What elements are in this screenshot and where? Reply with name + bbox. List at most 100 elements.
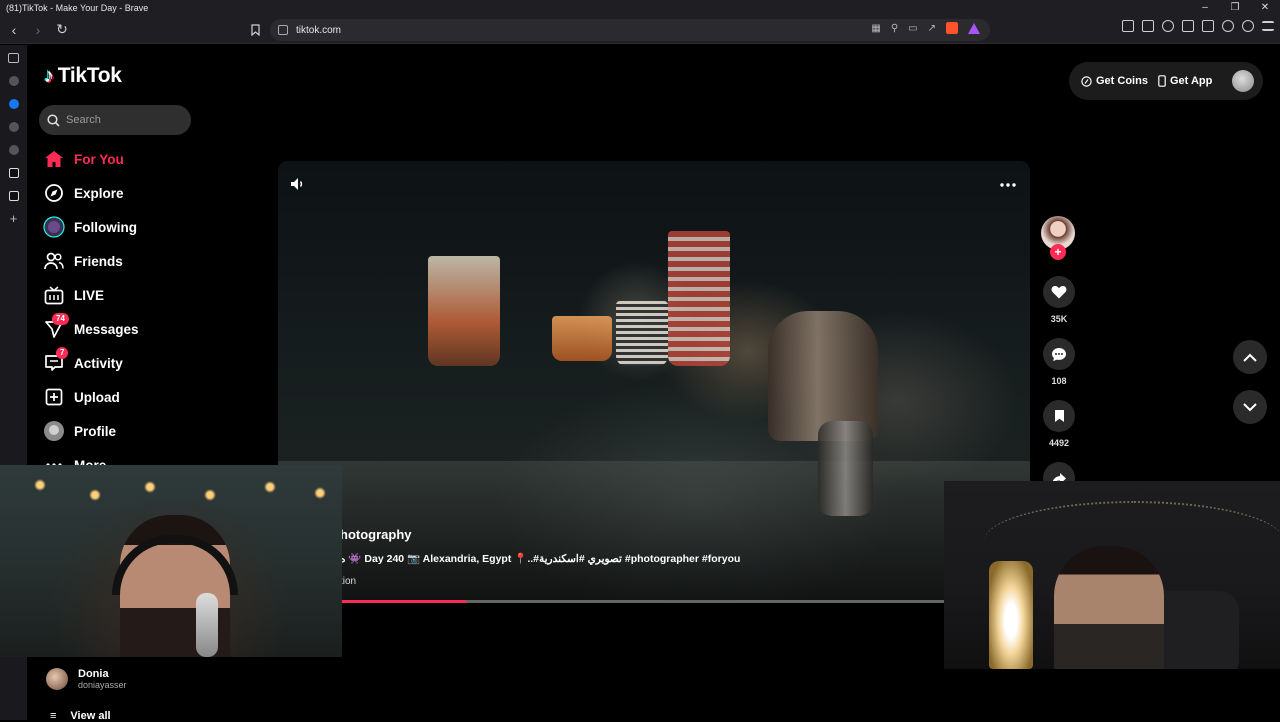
get-coins-label: Get Coins — [1096, 75, 1148, 87]
nav-item-profile[interactable]: Profile — [42, 414, 272, 448]
account-name: Donia — [78, 668, 109, 680]
muted-tab-icon[interactable] — [8, 76, 19, 86]
extensions-icon[interactable] — [1122, 20, 1134, 32]
get-app-label: Get App — [1169, 75, 1213, 87]
reader-mode-icon[interactable]: ▦ — [871, 23, 880, 34]
tiktok-tab-icon[interactable] — [8, 168, 19, 178]
nav-label: Explore — [74, 185, 124, 201]
video-scene-cups — [428, 256, 500, 366]
video-author-title[interactable]: hotography — [340, 527, 940, 542]
nav-item-explore[interactable]: Explore — [42, 176, 272, 210]
video-description: ه 👾 Day 240 📷 Alexandria, Egypt 📍..#تصوي… — [340, 553, 741, 565]
wallet-icon[interactable] — [1202, 20, 1214, 32]
tiktok-tab-icon-2[interactable] — [8, 191, 19, 201]
nav-item-following[interactable]: Following — [42, 210, 272, 244]
save-button[interactable] — [1043, 400, 1075, 432]
nav-item-for-you[interactable]: For You — [42, 142, 272, 176]
sidebar-panel-icon[interactable] — [8, 53, 19, 63]
coin-icon — [1081, 75, 1092, 87]
microphone-shape — [196, 593, 218, 657]
share-icon[interactable]: ↗ — [928, 23, 936, 34]
avatar — [46, 668, 68, 690]
top-right-actions: Get Coins Get App — [1069, 62, 1263, 100]
friends-icon — [42, 249, 66, 273]
video-scene-cups — [668, 231, 730, 366]
sidebar-nav: For You Explore Following Friends LIVE 7… — [42, 142, 272, 482]
add-tab-icon[interactable]: + — [9, 212, 19, 225]
nav-item-activity[interactable]: 7 Activity — [42, 346, 272, 380]
globe-icon-2[interactable] — [8, 145, 19, 155]
next-video-button[interactable] — [1233, 390, 1267, 424]
nav-item-live[interactable]: LIVE — [42, 278, 272, 312]
menu-icon[interactable] — [1262, 21, 1274, 31]
following-account[interactable]: Donia doniayasser — [46, 668, 127, 690]
search-input[interactable] — [66, 114, 186, 126]
toolbar-extensions — [1122, 20, 1274, 32]
nav-item-upload[interactable]: Upload — [42, 380, 272, 414]
view-all-button[interactable]: ≡ View all — [50, 710, 111, 722]
globe-icon[interactable] — [8, 122, 19, 132]
nav-label: Following — [74, 219, 137, 235]
nav-item-friends[interactable]: Friends — [42, 244, 272, 278]
save-count: 4492 — [1048, 438, 1070, 448]
reload-button[interactable]: ↻ — [52, 20, 72, 40]
downloads-icon[interactable] — [1142, 20, 1154, 32]
like-count: 35K — [1050, 314, 1068, 324]
tiktok-note-icon: ♪ — [44, 64, 54, 87]
chevron-down-icon — [1243, 402, 1257, 411]
facebook-icon[interactable] — [8, 99, 19, 109]
video-player[interactable]: hotography ه 👾 Day 240 📷 Alexandria, Egy… — [278, 161, 1030, 603]
heart-icon — [1051, 286, 1067, 299]
minimize-button[interactable]: – — [1190, 0, 1220, 16]
restore-button[interactable]: ❐ — [1220, 0, 1250, 16]
cast-icon[interactable]: ▭ — [908, 23, 917, 34]
sidebar-toggle-icon[interactable] — [1182, 20, 1194, 32]
get-app-button[interactable]: Get App — [1158, 75, 1212, 87]
zoom-icon[interactable]: ⚲ — [891, 23, 898, 34]
window-controls: – ❐ ✕ — [1190, 0, 1280, 16]
comment-button[interactable] — [1043, 338, 1075, 370]
leo-ai-icon[interactable] — [1222, 20, 1234, 32]
address-bar[interactable]: tiktok.com ▦ ⚲ ▭ ↗ — [270, 19, 990, 41]
back-button[interactable]: ‹ — [4, 20, 24, 40]
url-actions: ▦ ⚲ ▭ ↗ — [871, 22, 980, 34]
volume-icon[interactable] — [290, 177, 306, 191]
person-figure — [1054, 546, 1164, 669]
site-settings-icon[interactable] — [278, 25, 288, 35]
video-more-options-icon[interactable] — [1000, 183, 1016, 187]
search-box[interactable] — [39, 105, 191, 135]
video-sound[interactable]: tion — [340, 576, 940, 587]
comment-count: 108 — [1051, 376, 1067, 386]
home-icon — [42, 147, 66, 171]
like-button[interactable] — [1043, 276, 1075, 308]
comment-icon — [1052, 347, 1066, 361]
video-progress-bar[interactable] — [278, 600, 1030, 603]
plus-square-icon — [42, 385, 66, 409]
vpn-icon[interactable] — [1242, 20, 1254, 32]
search-icon — [47, 113, 60, 127]
user-avatar[interactable] — [1232, 70, 1255, 92]
browser-toolbar: ‹ › ↻ tiktok.com ▦ ⚲ ▭ ↗ — [0, 16, 1280, 44]
media-icon[interactable] — [1162, 20, 1174, 32]
following-accounts: Donia doniayasser — [46, 668, 127, 690]
bookmark-icon[interactable] — [246, 20, 264, 40]
window-title: (81)TikTok - Make Your Day - Brave — [6, 3, 149, 13]
follow-plus-icon[interactable]: + — [1050, 244, 1066, 260]
brave-rewards-icon[interactable] — [968, 22, 980, 34]
account-handle: doniayasser — [78, 680, 127, 690]
profile-avatar-icon — [42, 419, 66, 443]
following-avatar-icon — [42, 215, 66, 239]
chevron-up-icon — [1243, 353, 1257, 362]
forward-button[interactable]: › — [28, 20, 48, 40]
video-scene-cups — [616, 301, 668, 366]
close-window-button[interactable]: ✕ — [1250, 0, 1280, 16]
creator-avatar[interactable]: + — [1041, 216, 1075, 260]
get-coins-button[interactable]: Get Coins — [1081, 75, 1148, 87]
nav-item-messages[interactable]: 74 Messages — [42, 312, 272, 346]
live-tv-icon — [42, 283, 66, 307]
brave-shields-icon[interactable] — [946, 22, 958, 34]
string-lights — [0, 475, 342, 515]
tiktok-logo[interactable]: ♪ TikTok — [44, 64, 122, 88]
messages-badge: 74 — [52, 313, 69, 325]
previous-video-button[interactable] — [1233, 340, 1267, 374]
